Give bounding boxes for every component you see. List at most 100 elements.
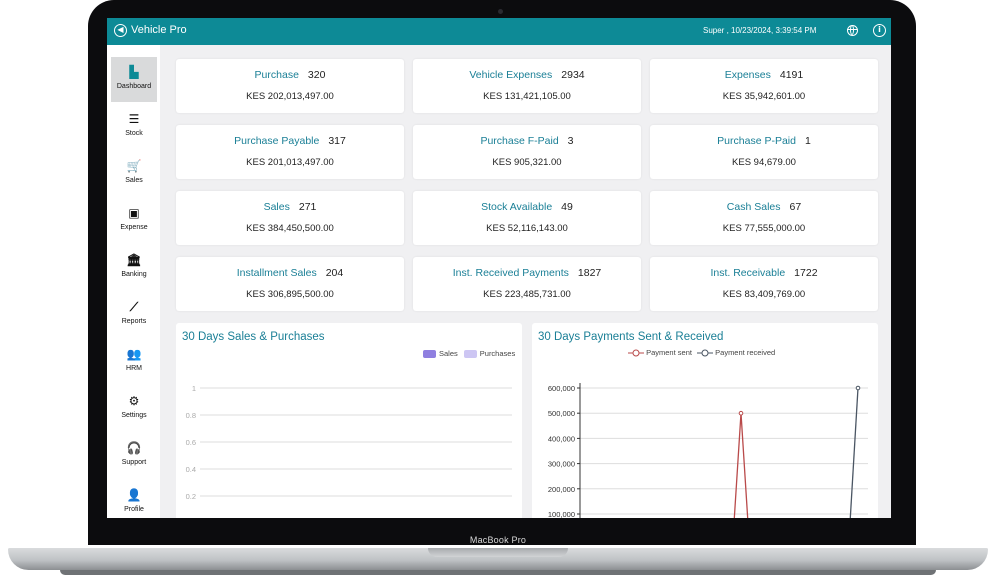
data-point[interactable] — [855, 385, 861, 391]
sidebar-item-label: Settings — [121, 412, 147, 419]
bank-icon: 🏛 — [126, 253, 142, 267]
card-count: 271 — [298, 201, 317, 213]
card-count: 204 — [325, 267, 344, 279]
card-amount: KES 131,421,105.00 — [483, 91, 571, 102]
stat-card[interactable]: Installment Sales 204 KES 306,895,500.00 — [176, 257, 404, 311]
sidebar-item-support[interactable]: 🎧 Support — [111, 433, 157, 478]
back-circle-icon[interactable]: ◀ — [114, 24, 127, 37]
card-count: 67 — [789, 201, 802, 213]
sidebar-item-label: Sales — [125, 177, 143, 184]
sidebar-item-hrm[interactable]: 👥 HRM — [111, 339, 157, 384]
stat-card[interactable]: Sales 271 KES 384,450,500.00 — [176, 191, 404, 245]
stat-card[interactable]: Inst. Received Payments 1827 KES 223,485,7… — [413, 257, 641, 311]
card-name: Sales — [263, 201, 290, 213]
app-title: Vehicle Pro — [131, 24, 187, 36]
info-icon[interactable]: i — [873, 24, 886, 37]
y-tick-label: 300,000 — [548, 460, 575, 469]
payments-panel: 30 Days Payments Sent & Received Payment… — [532, 323, 878, 518]
camera-icon — [498, 9, 503, 14]
card-name: Vehicle Expenses — [469, 69, 553, 81]
card-name: Purchase Payable — [234, 135, 320, 147]
y-tick-label: 0.6 — [186, 438, 196, 447]
stat-card[interactable]: Inst. Receivable 1722 KES 83,409,769.00 — [650, 257, 878, 311]
cart-icon: 🛒 — [126, 159, 142, 173]
sidebar-item-label: Dashboard — [116, 83, 152, 90]
card-amount: KES 201,013,497.00 — [246, 157, 334, 168]
headset-icon: 🎧 — [126, 441, 142, 455]
sidebar-item-reports[interactable]: ⟋ Reports — [111, 292, 157, 337]
laptop-foot — [60, 570, 936, 575]
stat-card[interactable]: Expenses 4191 KES 35,942,601.00 — [650, 59, 878, 113]
card-name: Purchase — [254, 69, 299, 81]
stat-card[interactable]: Vehicle Expenses 2934 KES 131,421,105.00 — [413, 59, 641, 113]
y-tick-label: 0.4 — [186, 465, 196, 474]
card-count: 317 — [328, 135, 346, 147]
sidebar-item-label: Support — [121, 459, 147, 466]
card-amount: KES 94,679.00 — [732, 157, 796, 168]
stat-card[interactable]: Purchase 320 KES 202,013,497.00 — [176, 59, 404, 113]
sales-purchases-panel: 30 Days Sales & Purchases Sales Purchases… — [176, 323, 522, 518]
stat-card[interactable]: Purchase Payable 317 KES 201,013,497.00 — [176, 125, 404, 179]
payments-chart: 600,000 500,000 400,000 300,000 200,000 100,0… — [548, 383, 868, 518]
card-count: 1827 — [577, 267, 602, 279]
globe-icon[interactable] — [847, 25, 858, 36]
sidebar-item-profile[interactable]: 👤 Profile — [111, 480, 157, 518]
y-tick-label: 100,000 — [548, 510, 575, 518]
card-name: Purchase F-Paid — [480, 135, 559, 147]
stat-card[interactable]: Stock Available 49 KES 52,116,143.00 — [413, 191, 641, 245]
card-amount: KES 77,555,000.00 — [722, 223, 806, 234]
sales-purchases-chart: 1 0.8 0.6 0.4 0.2 — [186, 384, 512, 501]
card-amount: KES 384,450,500.00 — [246, 223, 334, 234]
card-amount: KES 83,409,769.00 — [722, 289, 806, 300]
sidebar: ▙ Dashboard ☰ Stock 🛒 Sales ▣ Expense 🏛 Banking ⟋ R… — [107, 45, 160, 518]
line-chart-icon: ⟋ — [129, 300, 139, 314]
card-name: Purchase P-Paid — [717, 135, 796, 147]
card-name: Inst. Receivable — [710, 267, 786, 279]
card-count: 49 — [561, 201, 573, 213]
card-amount: KES 223,485,731.00 — [483, 289, 571, 300]
y-tick-label: 400,000 — [548, 434, 575, 443]
y-tick-label: 1 — [192, 384, 196, 393]
sidebar-item-banking[interactable]: 🏛 Banking — [111, 245, 157, 290]
money-icon: ▣ — [128, 206, 140, 220]
series-line-received — [849, 387, 859, 518]
card-count: 1722 — [794, 267, 818, 279]
series-line-sent — [733, 413, 749, 518]
sidebar-item-expense[interactable]: ▣ Expense — [111, 198, 157, 243]
dashboard-icon: ▙ — [129, 65, 139, 79]
card-amount: KES 202,013,497.00 — [246, 91, 334, 102]
card-name: Installment Sales — [236, 267, 317, 279]
sidebar-item-dashboard[interactable]: ▙ Dashboard — [111, 57, 157, 102]
card-name: Inst. Received Payments — [452, 267, 569, 279]
sidebar-item-label: Profile — [124, 506, 144, 513]
sidebar-item-label: Expense — [120, 224, 148, 231]
card-amount: KES 35,942,601.00 — [722, 91, 806, 102]
stat-card[interactable]: Cash Sales 67 KES 77,555,000.00 — [650, 191, 878, 245]
sidebar-item-label: Banking — [121, 271, 147, 278]
stat-card[interactable]: Purchase F-Paid 3 KES 905,321.00 — [413, 125, 641, 179]
data-point[interactable] — [738, 410, 744, 416]
sidebar-item-sales[interactable]: 🛒 Sales — [111, 151, 157, 196]
y-tick-label: 200,000 — [548, 485, 575, 494]
users-icon: 👥 — [126, 347, 142, 361]
device-label: MacBook Pro — [469, 535, 527, 545]
card-amount: KES 905,321.00 — [492, 157, 562, 168]
card-count: 4191 — [779, 69, 804, 81]
y-tick-label: 600,000 — [548, 384, 575, 393]
list-icon: ☰ — [128, 112, 140, 126]
card-amount: KES 52,116,143.00 — [486, 223, 568, 234]
y-tick-label: 500,000 — [548, 409, 575, 418]
y-tick-label: 0.2 — [186, 492, 196, 501]
sidebar-item-label: HRM — [126, 365, 142, 372]
card-count: 320 — [307, 69, 326, 81]
user-datetime-status: Super , 10/23/2024, 3:39:54 PM — [703, 26, 817, 35]
sidebar-item-stock[interactable]: ☰ Stock — [111, 104, 157, 149]
app-screen: ◀ Vehicle Pro Super , 10/23/2024, 3:39:5… — [107, 18, 891, 518]
user-icon: 👤 — [126, 488, 142, 502]
sidebar-item-label: Stock — [125, 130, 143, 137]
card-count: 1 — [804, 135, 811, 147]
card-name: Cash Sales — [726, 201, 781, 213]
sidebar-item-settings[interactable]: ⚙ Settings — [111, 386, 157, 431]
card-name: Stock Available — [481, 201, 553, 213]
stat-card[interactable]: Purchase P-Paid 1 KES 94,679.00 — [650, 125, 878, 179]
